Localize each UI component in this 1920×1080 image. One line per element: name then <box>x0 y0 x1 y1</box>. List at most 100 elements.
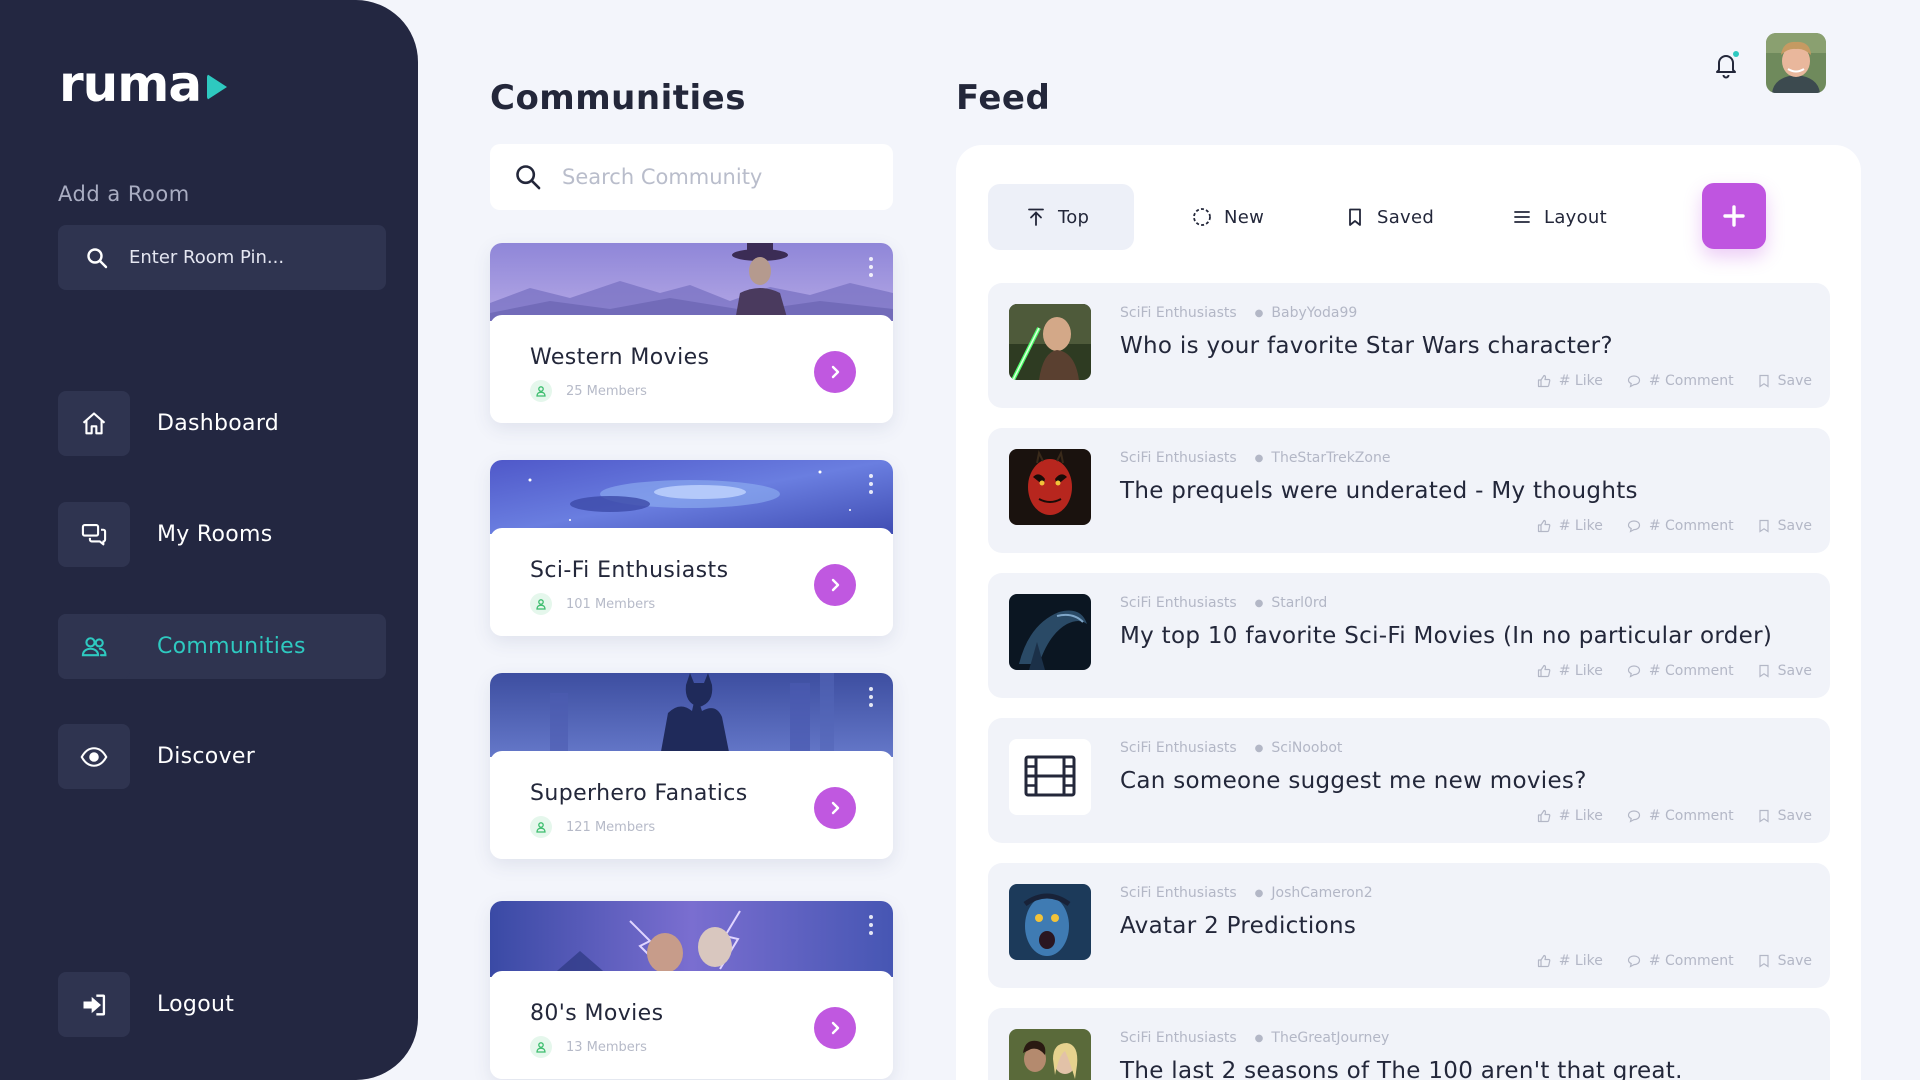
comment-button[interactable]: # Comment <box>1627 373 1734 389</box>
nav-my-rooms[interactable]: My Rooms <box>58 502 386 567</box>
nav-communities[interactable]: Communities <box>58 614 386 679</box>
post-title[interactable]: Who is your favorite Star Wars character… <box>1120 333 1613 359</box>
bell-icon[interactable] <box>1712 50 1740 80</box>
chevron-right-icon <box>831 578 840 592</box>
like-button[interactable]: # Like <box>1537 953 1603 969</box>
community-banner <box>490 901 893 977</box>
western-banner-image <box>490 243 893 321</box>
eye-icon <box>58 724 130 789</box>
post-author[interactable]: JoshCameron2 <box>1271 885 1372 901</box>
logout-button[interactable]: Logout <box>58 972 386 1037</box>
post-title[interactable]: The prequels were underated - My thought… <box>1120 478 1638 504</box>
community-members: 121 Members <box>530 816 655 838</box>
tab-top[interactable]: Top <box>988 184 1134 250</box>
post-title[interactable]: My top 10 favorite Sci-Fi Movies (In no … <box>1120 623 1772 649</box>
plus-icon <box>1723 205 1745 227</box>
post-actions: # Like # Comment Save <box>1513 663 1812 679</box>
community-search-input[interactable] <box>562 165 882 189</box>
post-thumbnail <box>1009 594 1091 670</box>
feed-post[interactable]: SciFi Enthusiasts ● TheStarTrekZone The pr… <box>988 428 1830 553</box>
post-community[interactable]: SciFi Enthusiasts <box>1120 1030 1237 1046</box>
post-community[interactable]: SciFi Enthusiasts <box>1120 740 1237 756</box>
users-icon <box>58 614 130 679</box>
post-community[interactable]: SciFi Enthusiasts <box>1120 450 1237 466</box>
post-author[interactable]: TheGreatJourney <box>1271 1030 1389 1046</box>
community-search[interactable] <box>490 144 893 210</box>
more-options-icon[interactable] <box>869 687 873 707</box>
chevron-right-icon <box>831 365 840 379</box>
tab-saved[interactable]: Saved <box>1345 184 1434 250</box>
post-meta: SciFi Enthusiasts ● BabyYoda99 <box>1120 305 1357 321</box>
add-room-label: Add a Room <box>58 182 190 206</box>
feed-post[interactable]: SciFi Enthusiasts ● BabyYoda99 Who is your… <box>988 283 1830 408</box>
tab-layout[interactable]: Layout <box>1512 184 1607 250</box>
like-button[interactable]: # Like <box>1537 373 1603 389</box>
post-community[interactable]: SciFi Enthusiasts <box>1120 885 1237 901</box>
open-community-button[interactable] <box>814 787 856 829</box>
tab-new[interactable]: New <box>1192 184 1264 250</box>
post-title[interactable]: Avatar 2 Predictions <box>1120 913 1356 939</box>
save-label: Save <box>1777 373 1812 389</box>
create-post-button[interactable] <box>1702 183 1766 249</box>
dot-separator: ● <box>1254 307 1264 319</box>
more-options-icon[interactable] <box>869 474 873 494</box>
more-options-icon[interactable] <box>869 915 873 935</box>
room-pin-field[interactable] <box>58 225 386 290</box>
post-author[interactable]: TheStarTrekZone <box>1271 450 1390 466</box>
post-community[interactable]: SciFi Enthusiasts <box>1120 305 1237 321</box>
search-icon <box>516 165 541 190</box>
post-author[interactable]: Starl0rd <box>1271 595 1327 611</box>
community-card-western[interactable]: Western Movies 25 Members <box>490 243 893 423</box>
comment-button[interactable]: # Comment <box>1627 808 1734 824</box>
loading-circle-icon <box>1193 208 1211 226</box>
like-button[interactable]: # Like <box>1537 663 1603 679</box>
dot-separator: ● <box>1254 887 1264 899</box>
post-community[interactable]: SciFi Enthusiasts <box>1120 595 1237 611</box>
thumbs-up-icon <box>1537 374 1551 388</box>
save-label: Save <box>1777 808 1812 824</box>
comment-button[interactable]: # Comment <box>1627 518 1734 534</box>
thumbs-up-icon <box>1537 664 1551 678</box>
menu-icon <box>1514 211 1530 223</box>
post-author[interactable]: SciNoobot <box>1271 740 1342 756</box>
save-button[interactable]: Save <box>1758 663 1812 679</box>
post-thumbnail <box>1009 449 1091 525</box>
comment-button[interactable]: # Comment <box>1627 953 1734 969</box>
ruma-logo[interactable]: ruma <box>59 55 228 113</box>
open-community-button[interactable] <box>814 1007 856 1049</box>
avatar[interactable] <box>1766 33 1826 93</box>
save-button[interactable]: Save <box>1758 518 1812 534</box>
comment-button[interactable]: # Comment <box>1627 663 1734 679</box>
nav-my-rooms-label: My Rooms <box>157 522 273 547</box>
community-card-superhero[interactable]: Superhero Fanatics 121 Members <box>490 673 893 859</box>
more-options-icon[interactable] <box>869 257 873 277</box>
room-pin-input[interactable] <box>129 247 369 268</box>
feed-post[interactable]: SciFi Enthusiasts ● JoshCameron2 Avatar 2 … <box>988 863 1830 988</box>
nav-dashboard[interactable]: Dashboard <box>58 391 386 456</box>
members-count: 25 Members <box>566 383 647 399</box>
user-icon <box>530 380 552 402</box>
comment-label: # Comment <box>1648 663 1734 679</box>
community-members: 101 Members <box>530 593 655 615</box>
nav-discover[interactable]: Discover <box>58 724 386 789</box>
feed-post[interactable]: SciFi Enthusiasts ● Starl0rd My top 10 fav… <box>988 573 1830 698</box>
user-avatar-image <box>1766 33 1826 93</box>
open-community-button[interactable] <box>814 564 856 606</box>
post-title[interactable]: Can someone suggest me new movies? <box>1120 768 1587 794</box>
user-icon <box>530 1036 552 1058</box>
community-card-80s[interactable]: 80's Movies 13 Members <box>490 901 893 1079</box>
save-button[interactable]: Save <box>1758 953 1812 969</box>
comment-icon <box>1627 955 1640 968</box>
superhero-banner-image <box>490 673 893 757</box>
post-author[interactable]: BabyYoda99 <box>1271 305 1357 321</box>
community-card-scifi[interactable]: Sci-Fi Enthusiasts 101 Members <box>490 460 893 636</box>
post-title[interactable]: The last 2 seasons of The 100 aren't tha… <box>1120 1058 1683 1080</box>
like-button[interactable]: # Like <box>1537 808 1603 824</box>
save-button[interactable]: Save <box>1758 808 1812 824</box>
open-community-button[interactable] <box>814 351 856 393</box>
members-count: 121 Members <box>566 819 656 835</box>
feed-post[interactable]: SciFi Enthusiasts ● TheGreatJourney The la… <box>988 1008 1830 1080</box>
save-button[interactable]: Save <box>1758 373 1812 389</box>
like-button[interactable]: # Like <box>1537 518 1603 534</box>
feed-post[interactable]: SciFi Enthusiasts ● SciNoobot Can someone … <box>988 718 1830 843</box>
